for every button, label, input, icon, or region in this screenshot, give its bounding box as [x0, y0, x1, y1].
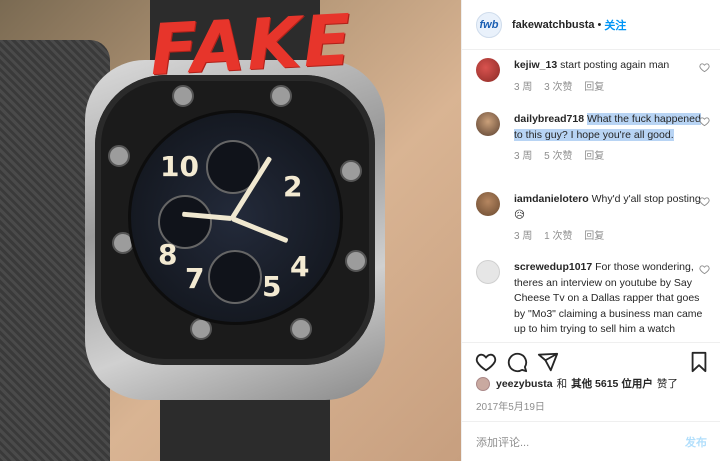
- avatar[interactable]: [476, 58, 500, 82]
- post-date[interactable]: 2017年5月19日: [476, 398, 545, 413]
- bezel-screw: [270, 85, 292, 107]
- comment-time[interactable]: 3 周: [514, 151, 532, 162]
- likes-and: 和: [556, 378, 568, 390]
- dial-numeral: 2: [283, 170, 303, 203]
- fake-stamp: FAKE: [147, 0, 356, 92]
- comment-likes[interactable]: 3 次赞: [544, 82, 572, 93]
- likes-summary[interactable]: yeezybusta 和 其他 5615 位用户 赞了: [476, 376, 678, 391]
- liker-username[interactable]: yeezybusta: [496, 378, 553, 390]
- avatar[interactable]: [476, 192, 500, 216]
- like-comment-icon[interactable]: [699, 196, 710, 207]
- like-comment-icon[interactable]: [699, 116, 710, 127]
- dial-numeral: 10: [160, 150, 199, 183]
- follow-button[interactable]: 关注: [604, 17, 626, 33]
- comment-username[interactable]: screwedup1017: [514, 261, 592, 273]
- subdial: [208, 250, 262, 304]
- header-username[interactable]: fakewatchbusta: [512, 19, 595, 31]
- likes-others[interactable]: 其他 5615 位用户: [571, 376, 653, 391]
- post-sidebar: fwb fakewatchbusta • 关注 kejiw_13 start p…: [461, 0, 720, 461]
- like-comment-icon[interactable]: [699, 264, 710, 275]
- avatar[interactable]: [476, 376, 490, 391]
- dial-numeral: 5: [262, 270, 282, 303]
- bezel-screw: [340, 160, 362, 182]
- post-header: fwb fakewatchbusta • 关注: [462, 0, 720, 50]
- avatar[interactable]: [476, 260, 500, 284]
- action-bar: [462, 342, 720, 376]
- dial-numeral: 4: [290, 250, 310, 283]
- like-comment-icon[interactable]: [699, 62, 710, 73]
- dial-numeral: 8: [158, 238, 178, 271]
- comment-username[interactable]: dailybread718: [514, 113, 584, 125]
- dial-numeral: 7: [185, 262, 205, 295]
- bezel-screw: [108, 145, 130, 167]
- avatar[interactable]: fwb: [476, 11, 502, 38]
- share-icon[interactable]: [537, 351, 559, 373]
- comment-icon[interactable]: [506, 351, 528, 373]
- post-button[interactable]: 发布: [685, 434, 707, 450]
- bezel-screw: [290, 318, 312, 340]
- comment-time[interactable]: 3 周: [514, 82, 532, 93]
- comment-time[interactable]: 3 周: [514, 231, 532, 242]
- likes-suffix: 赞了: [656, 378, 678, 390]
- comment-composer: 添加评论... 发布: [462, 421, 720, 461]
- bezel-screw: [345, 250, 367, 272]
- separator: •: [597, 18, 602, 31]
- comment-likes[interactable]: 1 次赞: [544, 231, 572, 242]
- comment-text: start posting again man: [560, 59, 670, 71]
- comment-username[interactable]: iamdanielotero: [514, 193, 589, 205]
- post-image[interactable]: 10 2 8 7 4 5 FAKE: [0, 0, 461, 461]
- reply-button[interactable]: 回复: [584, 231, 604, 242]
- reply-button[interactable]: 回复: [584, 151, 604, 162]
- avatar[interactable]: [476, 112, 500, 136]
- comment-input[interactable]: 添加评论...: [476, 434, 529, 450]
- bookmark-icon[interactable]: [688, 351, 710, 373]
- comment-username[interactable]: kejiw_13: [514, 59, 557, 71]
- comment-likes[interactable]: 5 次赞: [544, 151, 572, 162]
- reply-button[interactable]: 回复: [584, 82, 604, 93]
- comment-list[interactable]: kejiw_13 start posting again man 3 周 3 次…: [462, 50, 720, 342]
- heart-icon[interactable]: [475, 351, 497, 373]
